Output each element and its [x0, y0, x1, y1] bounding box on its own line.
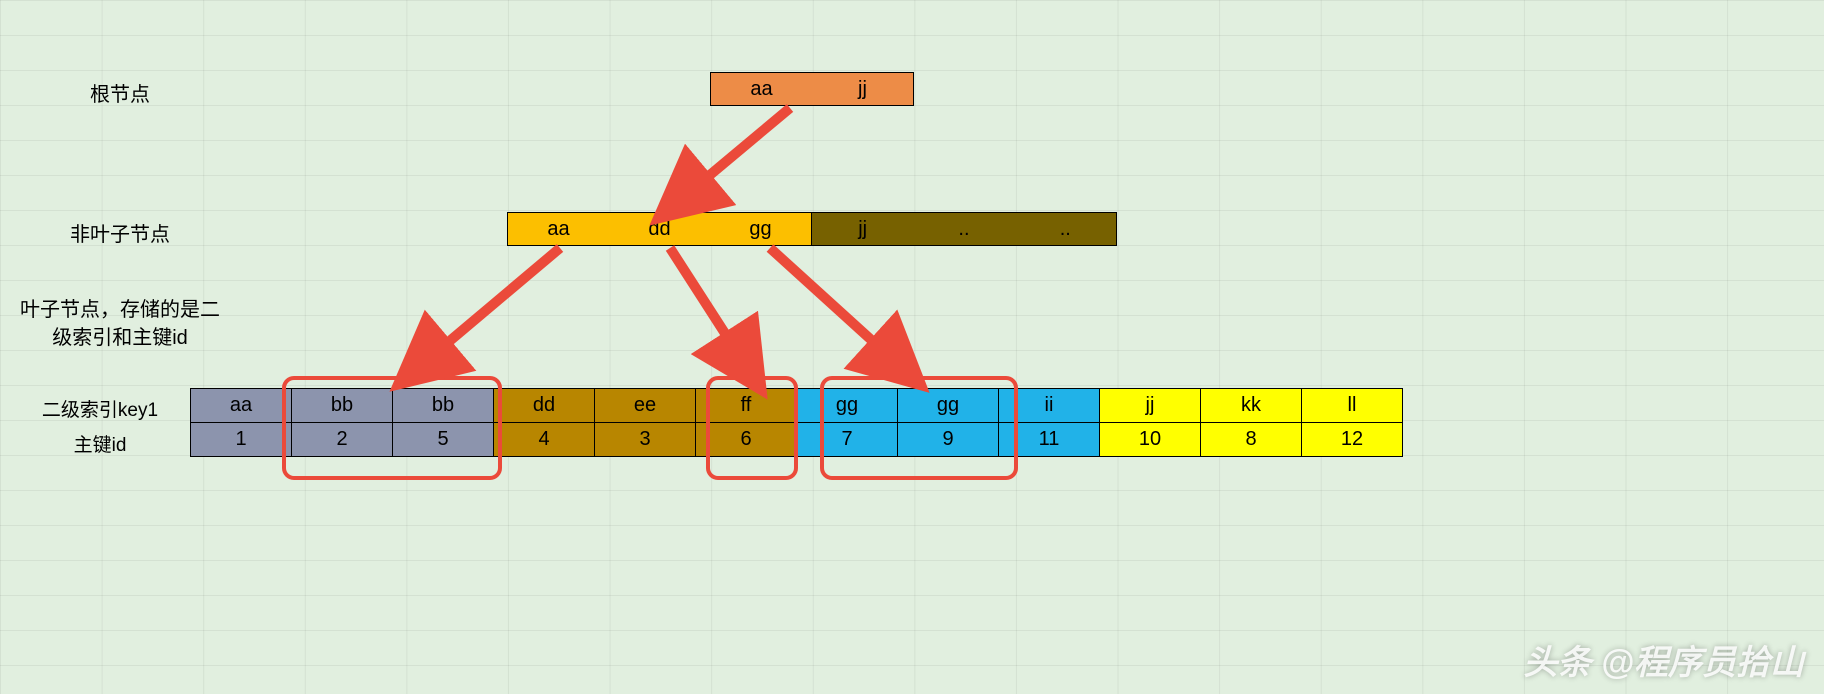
leaf-id-10: 8 [1201, 423, 1302, 457]
mid-left-2: gg [710, 213, 811, 245]
leaf-id-2: 5 [393, 423, 494, 457]
leaf-key-6: gg [797, 389, 898, 423]
leaf-key-3: dd [494, 389, 595, 423]
mid-label: 非叶子节点 [30, 218, 210, 247]
root-key-0: aa [711, 73, 812, 105]
leaf-id-8: 11 [999, 423, 1100, 457]
row-label-id: 主键id [10, 430, 190, 457]
leaf-key-2: bb [393, 389, 494, 423]
row-label-key: 二级索引key1 [10, 395, 190, 422]
leaf-table: aa bb bb dd ee ff gg gg ii jj kk ll 1 2 … [190, 388, 1403, 457]
leaf-desc: 叶子节点，存储的是二级索引和主键id [20, 296, 220, 352]
leaf-id-0: 1 [191, 423, 292, 457]
root-key-1: jj [812, 73, 913, 105]
mid-right-node: jj .. .. [812, 212, 1117, 246]
leaf-id-11: 12 [1302, 423, 1403, 457]
leaf-key-0: aa [191, 389, 292, 423]
mid-right-0: jj [812, 213, 913, 245]
mid-right-1: .. [913, 213, 1014, 245]
leaf-key-9: jj [1100, 389, 1201, 423]
leaf-row-keys: aa bb bb dd ee ff gg gg ii jj kk ll [191, 389, 1403, 423]
mid-left-1: dd [609, 213, 710, 245]
leaf-key-11: ll [1302, 389, 1403, 423]
leaf-id-1: 2 [292, 423, 393, 457]
root-node: aa jj [710, 72, 914, 106]
leaf-key-7: gg [898, 389, 999, 423]
leaf-id-7: 9 [898, 423, 999, 457]
leaf-id-4: 3 [595, 423, 696, 457]
leaf-key-8: ii [999, 389, 1100, 423]
leaf-id-6: 7 [797, 423, 898, 457]
leaf-key-4: ee [595, 389, 696, 423]
root-label: 根节点 [40, 78, 200, 107]
leaf-id-3: 4 [494, 423, 595, 457]
leaf-row-ids: 1 2 5 4 3 6 7 9 11 10 8 12 [191, 423, 1403, 457]
leaf-key-1: bb [292, 389, 393, 423]
mid-left-0: aa [508, 213, 609, 245]
leaf-key-5: ff [696, 389, 797, 423]
watermark: 头条 @程序员拾山 [1523, 635, 1804, 684]
leaf-key-10: kk [1201, 389, 1302, 423]
leaf-id-9: 10 [1100, 423, 1201, 457]
mid-right-2: .. [1015, 213, 1116, 245]
mid-left-node: aa dd gg [507, 212, 812, 246]
leaf-id-5: 6 [696, 423, 797, 457]
